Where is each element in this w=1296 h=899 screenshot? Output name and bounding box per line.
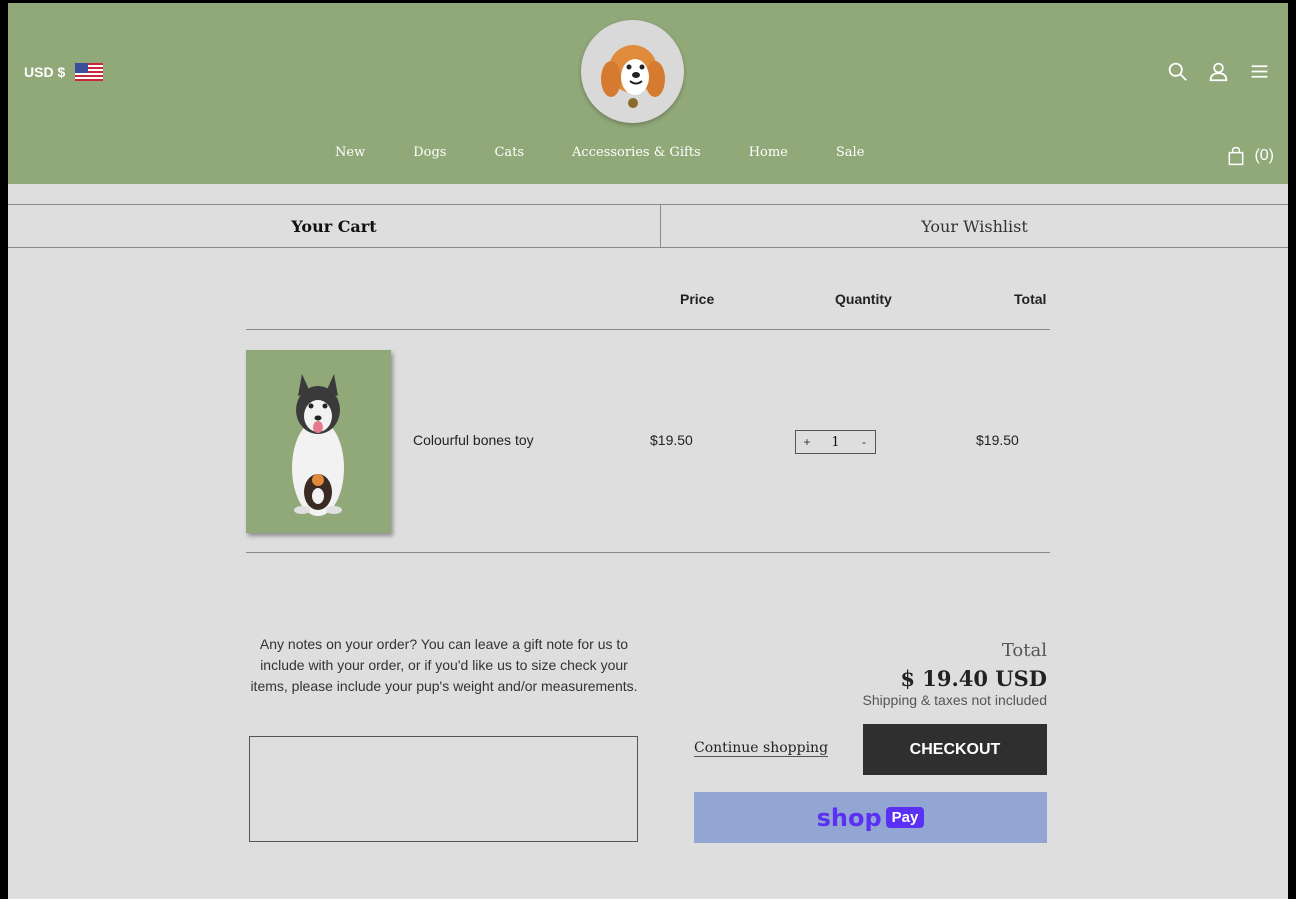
quantity-increase-button[interactable]: + [802,435,812,449]
store-logo[interactable] [581,20,684,123]
tab-your-cart[interactable]: Your Cart [8,205,661,247]
nav-item-accessories-gifts[interactable]: Accessories & Gifts [572,145,701,160]
product-image[interactable] [246,350,391,533]
shop-pay-button[interactable]: shop Pay [694,792,1047,843]
column-header-price: Price [680,291,715,307]
shipping-taxes-note: Shipping & taxes not included [862,692,1047,708]
site-header: USD $ New Dogs Cats Accessories & Gifts … [8,3,1288,184]
shop-pay-wordmark: shop [816,803,882,832]
beagle-dog-logo-icon [600,44,665,108]
nav-item-new[interactable]: New [335,145,365,160]
tab-your-wishlist[interactable]: Your Wishlist [661,205,1288,247]
quantity-decrease-button[interactable]: - [859,435,869,449]
order-notes-textarea[interactable] [249,736,638,842]
menu-icon[interactable] [1249,61,1270,82]
nav-item-cats[interactable]: Cats [494,145,524,160]
total-amount: $ 19.40 USD [900,666,1047,691]
product-name[interactable]: Colourful bones toy [413,432,534,448]
column-header-total: Total [1014,291,1047,307]
product-price: $19.50 [650,432,693,448]
us-flag-icon [75,63,104,81]
main-nav: New Dogs Cats Accessories & Gifts Home S… [335,145,864,160]
shop-pay-badge: Pay [885,807,925,828]
cart-count: (0) [1254,147,1274,164]
cart-page: USD $ New Dogs Cats Accessories & Gifts … [8,3,1288,899]
cart-tabs: Your Cart Your Wishlist [8,204,1288,248]
continue-shopping-link[interactable]: Continue shopping [694,740,829,757]
nav-item-home[interactable]: Home [749,145,788,160]
table-divider-bottom [246,552,1050,553]
user-icon[interactable] [1208,61,1229,82]
column-header-quantity: Quantity [835,291,892,307]
quantity-stepper: + - [795,430,876,454]
currency-label: USD $ [24,64,66,80]
checkout-button[interactable]: CHECKOUT [863,724,1047,775]
cart-button[interactable]: (0) [1226,146,1274,166]
total-label: Total [1001,640,1047,661]
product-line-total: $19.50 [976,432,1019,448]
search-icon[interactable] [1167,61,1188,82]
nav-item-dogs[interactable]: Dogs [413,145,446,160]
nav-item-sale[interactable]: Sale [836,145,865,160]
header-icons [1167,61,1270,82]
shopping-bag-icon [1229,146,1244,166]
husky-with-toy-image [292,374,344,516]
quantity-input[interactable] [820,434,851,450]
order-notes-label: Any notes on your order? You can leave a… [250,636,638,694]
currency-selector[interactable]: USD $ [24,63,104,81]
table-divider-top [246,329,1050,330]
